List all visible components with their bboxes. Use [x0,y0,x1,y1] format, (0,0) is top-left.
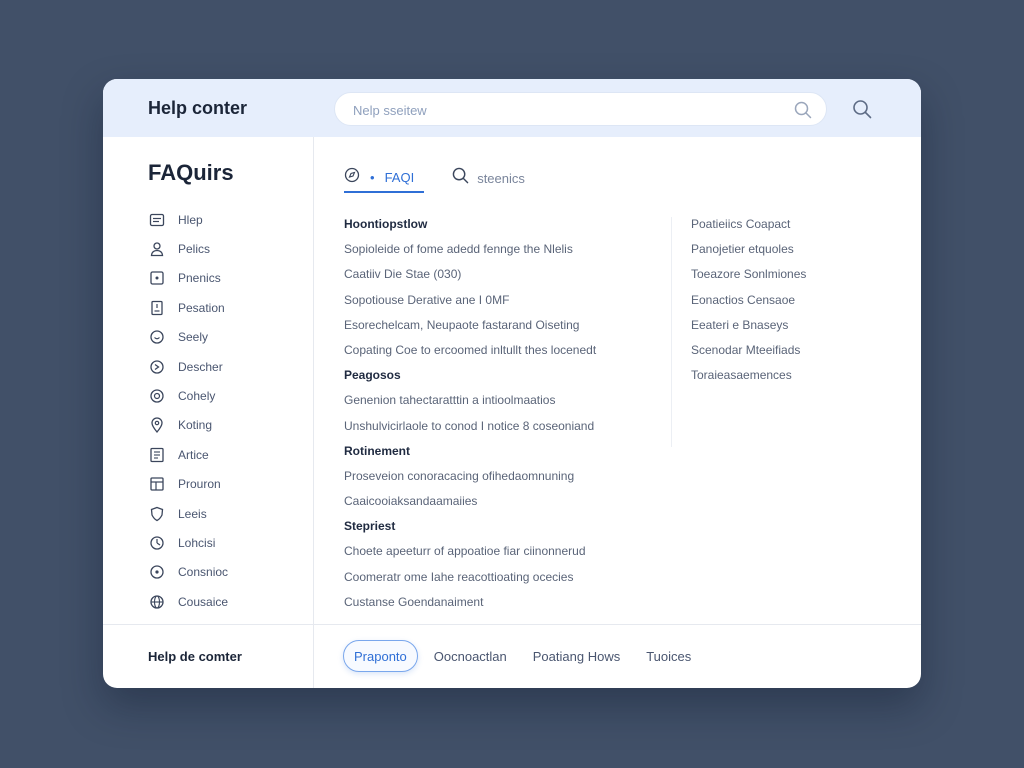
related-link[interactable]: Eonactios Censaoe [691,288,891,313]
sidebar-item[interactable]: Artice [148,440,228,469]
tab-dot: • [370,169,375,185]
faq-column: Hoontiopstlow Sopioleide of fome adedd f… [344,212,664,615]
faq-link[interactable]: Genenion tahectaratttin a intioolmaatios [344,388,664,413]
image-icon [148,475,166,493]
sidebar-item-label: Hlep [178,212,203,227]
section-heading: Peagosos [344,368,401,383]
footer-link[interactable]: Tuoices [636,640,701,672]
sidebar-item[interactable]: Pesation [148,293,228,322]
sidebar-item[interactable]: Pelics [148,234,228,263]
sidebar-item-label: Lohcisi [178,535,216,550]
sidebar-item[interactable]: Seely [148,323,228,352]
footer-link-active[interactable]: Praponto [343,640,418,672]
related-link[interactable]: Poatieiics Coapact [691,212,891,237]
sidebar-title: FAQuirs [148,160,234,185]
section-heading: Stepriest [344,519,396,534]
sidebar-item[interactable]: Koting [148,411,228,440]
sidebar-item[interactable]: Lohcisi [148,528,228,557]
column-divider [671,217,672,447]
search-icon [452,167,469,189]
sidebar-item[interactable]: Pnenics [148,264,228,293]
sidebar-item[interactable]: Prouron [148,470,228,499]
faq-link[interactable]: Copating Coe to ercoomed inltullt thes l… [344,338,664,363]
search-icon[interactable] [794,101,812,124]
sidebar-item-label: Consnioc [178,565,229,580]
compass-icon [344,167,360,188]
related-link[interactable]: Toraieasaemences [691,363,891,388]
header-title: Help conter [148,98,248,118]
message-icon [148,211,166,229]
related-links-column: Poatieiics Coapact Panojetier etquoles T… [691,212,891,388]
header: Help conter [103,79,921,137]
faq-link[interactable]: Coomeratr ome Iahe reacottioating ocecie… [344,565,664,590]
chat-bubble-icon [148,328,166,346]
tab-faq[interactable]: • FAQI [344,163,425,193]
sidebar-item-label: Artice [178,447,209,462]
smile-icon [148,387,166,405]
related-link[interactable]: Eeateri e Bnaseys [691,313,891,338]
faq-link[interactable]: Unshulvicirlaole to conod I notice 8 cos… [344,414,664,439]
sidebar-item-label: Seely [178,330,209,345]
sidebar-item[interactable]: Leeis [148,499,228,528]
related-link[interactable]: Scenodar Mteeifiads [691,338,891,363]
square-dot-icon [148,269,166,287]
sidebar-item-label: Descher [178,359,223,374]
faq-link[interactable]: Caaicooiaksandaamaiies [344,489,664,514]
sidebar-item-label: Pnenics [178,271,221,286]
sidebar-item[interactable]: Cohely [148,381,228,410]
faq-link[interactable]: Sopotiouse Derative ane I 0MF [344,288,664,313]
search-box[interactable] [334,92,827,126]
document-icon [148,299,166,317]
related-link[interactable]: Toeazore Sonlmiones [691,262,891,287]
section-heading: Rotinement [344,443,410,458]
sidebar-item-label: Koting [178,418,213,433]
sidebar-item-label: Prouron [178,477,221,492]
search-input[interactable] [353,101,773,119]
footer-link[interactable]: Oocnoactlan [424,640,517,672]
faq-link[interactable]: Custanse Goendanaiment [344,590,664,615]
sidebar-item[interactable]: Descher [148,352,228,381]
tab-bar: • FAQI steenics [344,163,525,193]
sidebar-item-label: Cohely [178,389,216,404]
faq-link[interactable]: Caatiiv Die Stae (030) [344,262,664,287]
faq-link[interactable]: Choete apeeturr of appoatioe fiar ciinon… [344,539,664,564]
footer-link[interactable]: Poatiang Hows [523,640,630,672]
faq-link[interactable]: Sopioleide of fome adedd fennge the Nlel… [344,237,664,262]
faq-link[interactable]: Proseveion conoracacing ofihedaomnuning [344,464,664,489]
sidebar-item-label: Pesation [178,300,225,315]
sidebar-item-label: Cousaice [178,594,229,609]
footer: Help de comter Praponto Oocnoactlan Poat… [103,624,921,688]
section-heading: Hoontiopstlow [344,217,428,231]
main-content: • FAQI steenics Hoontiopstlow Sopioleide… [314,137,921,624]
search-button-icon[interactable] [852,99,872,124]
related-link[interactable]: Panojetier etquoles [691,237,891,262]
circle-dot-icon [148,563,166,581]
article-icon [148,446,166,464]
help-center-window: Help conter FAQuirs Hlep Pelics Pnenic [103,79,921,688]
sidebar-item-label: Leeis [178,506,207,521]
sidebar: FAQuirs Hlep Pelics Pnenics Pesation See… [103,137,314,624]
sidebar-item[interactable]: Consnioc [148,558,228,587]
globe-icon [148,593,166,611]
user-icon [148,240,166,258]
location-pin-icon [148,416,166,434]
tab-faq-label: FAQI [384,169,415,185]
footer-links: Praponto Oocnoactlan Poatiang Hows Tuoic… [343,640,701,672]
tab-search-label: steenics [477,170,525,186]
sidebar-item[interactable]: Cousaice [148,587,228,616]
footer-title: Help de comter [148,649,242,664]
sidebar-list: Hlep Pelics Pnenics Pesation Seely Desch… [148,205,228,616]
sidebar-item-label: Pelics [178,242,211,257]
target-icon [148,534,166,552]
sidebar-item[interactable]: Hlep [148,205,228,234]
shield-icon [148,505,166,523]
refresh-icon [148,358,166,376]
faq-link[interactable]: Esorechelcam, Neupaote fastarand Oisetin… [344,313,664,338]
footer-left: Help de comter [103,625,314,688]
tab-search[interactable]: steenics [452,167,525,189]
